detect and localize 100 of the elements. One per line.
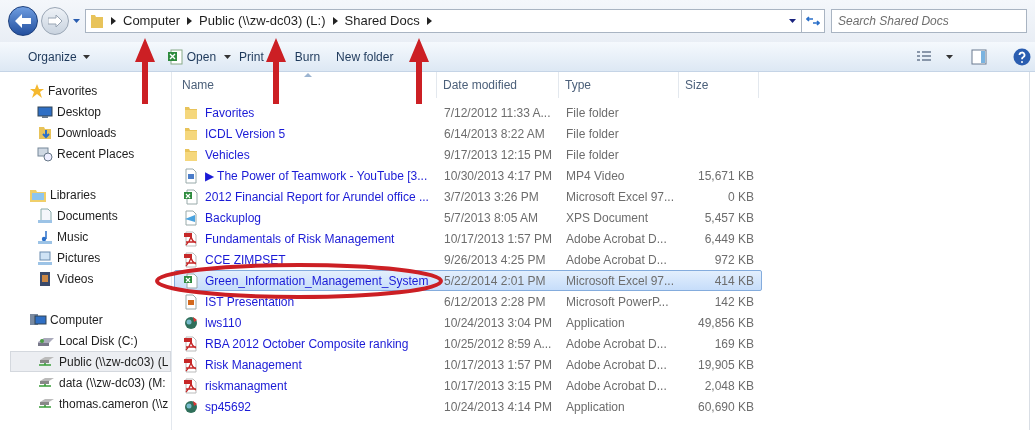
file-row[interactable]: ICDL Version 5 6/14/2013 8:22 AM File folder — [174, 123, 762, 144]
file-name: Backuplog — [205, 209, 262, 227]
monitor-icon — [37, 103, 53, 120]
open-menu[interactable]: Open — [166, 47, 232, 66]
view-options-button[interactable] — [916, 49, 953, 64]
search-field[interactable]: Search Shared Docs — [831, 9, 1027, 33]
back-arrow-icon — [15, 14, 31, 28]
caret-icon — [224, 54, 232, 59]
date-cell-text: 5/22/2014 2:01 PM — [443, 272, 547, 290]
folder-icon — [183, 104, 199, 121]
caret-icon — [946, 54, 953, 59]
sidebar-item[interactable]: Music — [10, 226, 171, 247]
application-icon — [183, 398, 199, 415]
sidebar-item[interactable]: Documents — [10, 205, 171, 226]
spreadsheet-icon — [166, 48, 183, 65]
type-cell-text: Adobe Acrobat D... — [565, 335, 668, 353]
date-cell-text: 10/17/2013 3:15 PM — [443, 377, 554, 395]
sidebar-item[interactable]: data (\\zw-dc03) (M: — [10, 372, 171, 393]
type-cell-text: File folder — [565, 146, 620, 164]
organize-menu[interactable]: Organize — [28, 47, 90, 66]
recent-places-icon — [37, 145, 53, 162]
column-header[interactable]: Size — [679, 72, 759, 98]
sort-arrow-icon — [304, 73, 312, 77]
toolbar-button[interactable]: Print — [239, 47, 264, 66]
file-name: Green_Information_Management_System — [205, 272, 429, 290]
sidebar-item[interactable]: Videos — [10, 268, 171, 289]
date-cell-text: 6/14/2013 8:22 AM — [443, 125, 546, 143]
chevron-icon — [332, 17, 338, 25]
type-cell-text: Adobe Acrobat D... — [565, 356, 668, 374]
size-cell-text: 60,690 KB — [697, 398, 754, 416]
caret-icon — [82, 54, 90, 59]
size-cell-text: 414 KB — [714, 272, 754, 290]
type-cell-text: MP4 Video — [565, 167, 626, 185]
type-cell-text: Adobe Acrobat D... — [565, 251, 668, 269]
type-cell-text: File folder — [565, 125, 620, 143]
date-cell-text: 10/30/2013 4:17 PM — [443, 167, 554, 185]
presentation-icon — [183, 293, 199, 310]
file-row[interactable]: Green_Information_Management_System 5/22/2014 2:01 PM Microsoft Excel 97... 414 KB — [174, 270, 762, 291]
file-row[interactable]: Favorites 7/12/2012 11:33 A... File folder — [174, 102, 762, 123]
sidebar-item[interactable]: Pictures — [10, 247, 171, 268]
date-cell-text: 6/12/2013 2:28 PM — [443, 293, 547, 311]
file-name: Fundamentals of Risk Management — [205, 230, 395, 248]
film-icon — [37, 270, 53, 287]
refresh-icon — [806, 15, 820, 27]
preview-pane-icon — [971, 48, 987, 65]
back-button[interactable] — [8, 6, 38, 36]
help-button[interactable] — [1013, 47, 1031, 66]
size-cell-text: 19,905 KB — [697, 356, 754, 374]
toolbar-button[interactable]: Burn — [294, 47, 321, 66]
address-field[interactable]: Computer Public (\\zw-dc03) (L:) Shared Docs — [85, 9, 825, 33]
sidebar-heading[interactable]: Libraries — [50, 185, 97, 204]
caret-icon — [72, 19, 80, 23]
date-cell-text: 9/17/2013 12:15 PM — [443, 146, 554, 164]
type-cell-text: Application — [565, 314, 626, 332]
file-row[interactable]: riskmanagment 10/17/2013 3:15 PM Adobe Acrobat D... 2,048 KB — [174, 375, 762, 396]
file-name: lws110 — [205, 314, 242, 332]
chevron-icon — [426, 17, 432, 25]
sidebar-item[interactable]: Local Disk (C:) — [10, 330, 171, 351]
sidebar-item[interactable]: Public (\\zw-dc03) (L — [10, 351, 171, 372]
file-name: Vehicles — [205, 146, 250, 164]
file-row[interactable]: Backuplog 5/7/2013 8:05 AM XPS Document 5,457 KB — [174, 207, 762, 228]
column-header[interactable]: Type — [559, 72, 679, 98]
type-cell-text: Application — [565, 398, 626, 416]
chevron-icon — [187, 17, 193, 25]
breadcrumb[interactable]: Computer — [123, 11, 181, 31]
toolbar-button[interactable]: New folder — [336, 47, 394, 66]
size-cell-text: 15,671 KB — [697, 167, 754, 185]
file-name: IST Presentation — [205, 293, 295, 311]
file-row[interactable]: Vehicles 9/17/2013 12:15 PM File folder — [174, 144, 762, 165]
type-cell-text: Microsoft Excel 97... — [565, 188, 676, 206]
sidebar-heading[interactable]: Computer — [50, 310, 103, 329]
file-row[interactable]: IST Presentation 6/12/2013 2:28 PM Microsoft PowerP... 142 KB — [174, 291, 762, 312]
file-row[interactable]: RBA 2012 October Composite ranking 10/25/2012 8:59 A... Adobe Acrobat D... 169 KB — [174, 333, 762, 354]
file-row[interactable]: Fundamentals of Risk Management 10/17/2013 1:57 PM Adobe Acrobat D... 6,449 KB — [174, 228, 762, 249]
date-cell-text: 10/24/2013 3:04 PM — [443, 314, 554, 332]
file-row[interactable]: 2012 Financial Report for Arundel office ... 3/7/2013 3:26 PM Microsoft Excel 97... 0 KB — [174, 186, 762, 207]
annotation-arrow — [266, 38, 286, 104]
file-row[interactable]: Risk Management 10/17/2013 1:57 PM Adobe Acrobat D... 19,905 KB — [174, 354, 762, 375]
folder-icon — [90, 13, 104, 29]
size-cell-text: 142 KB — [714, 293, 754, 311]
breadcrumb[interactable]: Public (\\zw-dc03) (L:) — [199, 11, 326, 31]
sidebar-item[interactable]: Downloads — [10, 122, 171, 143]
sidebar-item[interactable]: Recent Places — [10, 143, 171, 164]
date-cell-text: 7/12/2012 11:33 A... — [443, 104, 552, 122]
folder-icon — [183, 146, 199, 163]
size-cell-text: 972 KB — [714, 251, 754, 269]
annotation-arrow — [409, 38, 429, 104]
sidebar-item[interactable]: thomas.cameron (\\z — [10, 393, 171, 414]
file-name: ▶ The Power of Teamwork - YouTube [3... — [205, 167, 428, 185]
column-header[interactable]: Date modified — [437, 72, 559, 98]
file-row[interactable]: CCE ZIMPSET 9/26/2013 4:25 PM Adobe Acrobat D... 972 KB — [174, 249, 762, 270]
file-name: RBA 2012 October Composite ranking — [205, 335, 409, 353]
file-row[interactable]: ▶ The Power of Teamwork - YouTube [3... 10/30/2013 4:17 PM MP4 Video 15,671 KB — [174, 165, 762, 186]
file-row[interactable]: lws110 10/24/2013 3:04 PM Application 49,856 KB — [174, 312, 762, 333]
breadcrumb[interactable]: Shared Docs — [344, 11, 420, 31]
sidebar-item[interactable]: Desktop — [10, 101, 171, 122]
sidebar-heading[interactable]: Favorites — [48, 81, 98, 100]
size-cell-text: 49,856 KB — [697, 314, 754, 332]
file-row[interactable]: sp45692 10/24/2013 4:14 PM Application 60,690 KB — [174, 396, 762, 417]
document-icon — [183, 209, 199, 226]
